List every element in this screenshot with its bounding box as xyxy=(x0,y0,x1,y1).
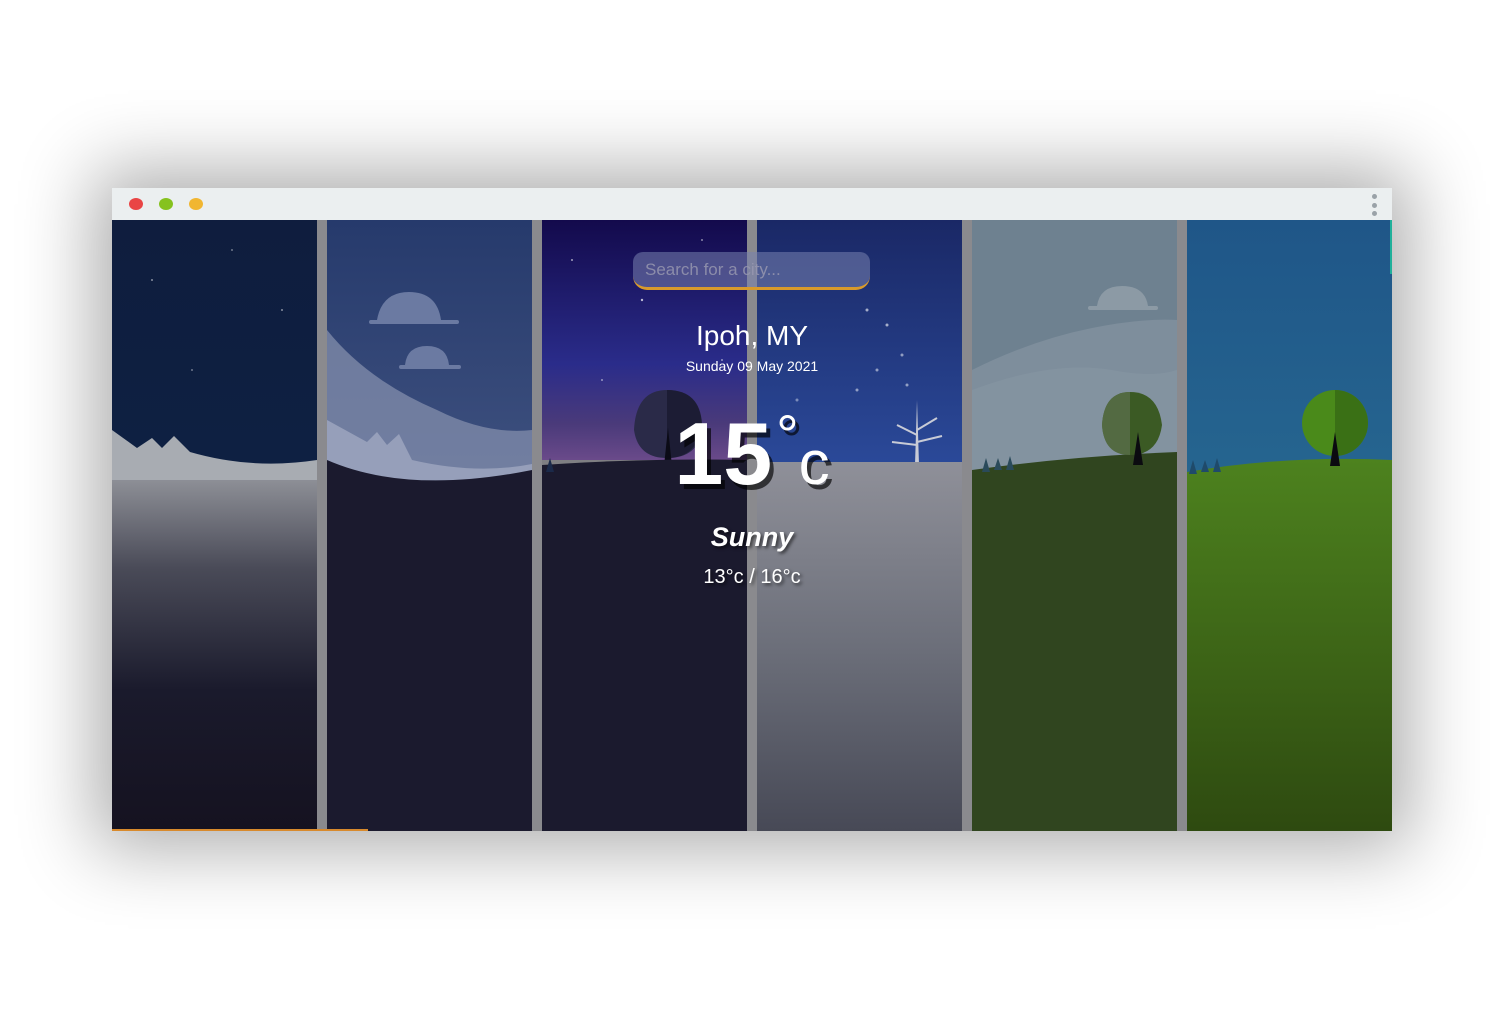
panel-divider xyxy=(1177,220,1187,831)
temperature-value: 15 xyxy=(674,404,773,503)
weather-condition: Sunny xyxy=(710,522,794,552)
panel-divider xyxy=(317,220,327,831)
current-temperature: 15°c xyxy=(552,402,952,505)
panel-divider xyxy=(532,220,542,831)
minimize-dot[interactable] xyxy=(159,198,173,210)
current-date: Sunday 09 May 2021 xyxy=(685,358,819,374)
weather-app-viewport: Ipoh, MY Sunday 09 May 2021 15°c Sunny 1… xyxy=(112,220,1392,831)
scroll-accent-bar xyxy=(1390,220,1392,274)
degree-symbol: ° xyxy=(776,403,799,466)
temperature-unit: c xyxy=(798,429,830,498)
maximize-dot[interactable] xyxy=(189,198,203,210)
temperature-range: 13°c / 16°c xyxy=(703,566,801,588)
background-panel-misty-tree xyxy=(972,220,1177,831)
background-panel-dusk-hills xyxy=(327,220,532,831)
vertical-dots-icon[interactable] xyxy=(1368,194,1380,216)
panel-divider xyxy=(962,220,972,831)
window-titlebar xyxy=(112,188,1392,220)
background-panel-sunny-tree xyxy=(1187,220,1392,831)
browser-window: Ipoh, MY Sunday 09 May 2021 15°c Sunny 1… xyxy=(112,188,1392,831)
progress-accent-bar xyxy=(112,829,368,831)
city-name: Ipoh, MY xyxy=(695,320,809,351)
background-panel-night-mountains xyxy=(112,220,317,831)
close-dot[interactable] xyxy=(129,198,143,210)
city-search-input[interactable] xyxy=(633,252,870,290)
